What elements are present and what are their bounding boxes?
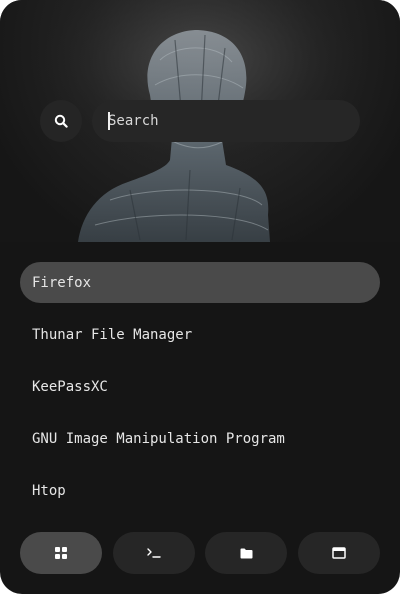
search-input[interactable] — [108, 113, 338, 129]
apps-tab-button[interactable] — [20, 532, 102, 574]
apps-grid-icon — [55, 547, 67, 559]
folder-icon — [240, 548, 253, 558]
window-icon — [332, 547, 346, 559]
app-launcher: Firefox Thunar File Manager KeePassXC GN… — [0, 0, 400, 594]
search-icon — [54, 114, 68, 128]
app-item-keepassxc[interactable]: KeePassXC — [20, 366, 380, 407]
search-button[interactable] — [40, 100, 82, 142]
app-item-gimp[interactable]: GNU Image Manipulation Program — [20, 418, 380, 459]
text-caret — [108, 112, 110, 130]
app-item-firefox[interactable]: Firefox — [20, 262, 380, 303]
terminal-icon — [146, 548, 161, 558]
terminal-tab-button[interactable] — [112, 532, 195, 574]
windows-tab-button[interactable] — [297, 532, 380, 574]
header-banner — [0, 0, 400, 242]
search-field[interactable] — [92, 100, 360, 142]
app-list: Firefox Thunar File Manager KeePassXC GN… — [20, 262, 380, 522]
bottom-dock — [20, 532, 380, 574]
app-item-htop[interactable]: Htop — [20, 470, 380, 511]
files-tab-button[interactable] — [205, 532, 288, 574]
app-item-thunar[interactable]: Thunar File Manager — [20, 314, 380, 355]
